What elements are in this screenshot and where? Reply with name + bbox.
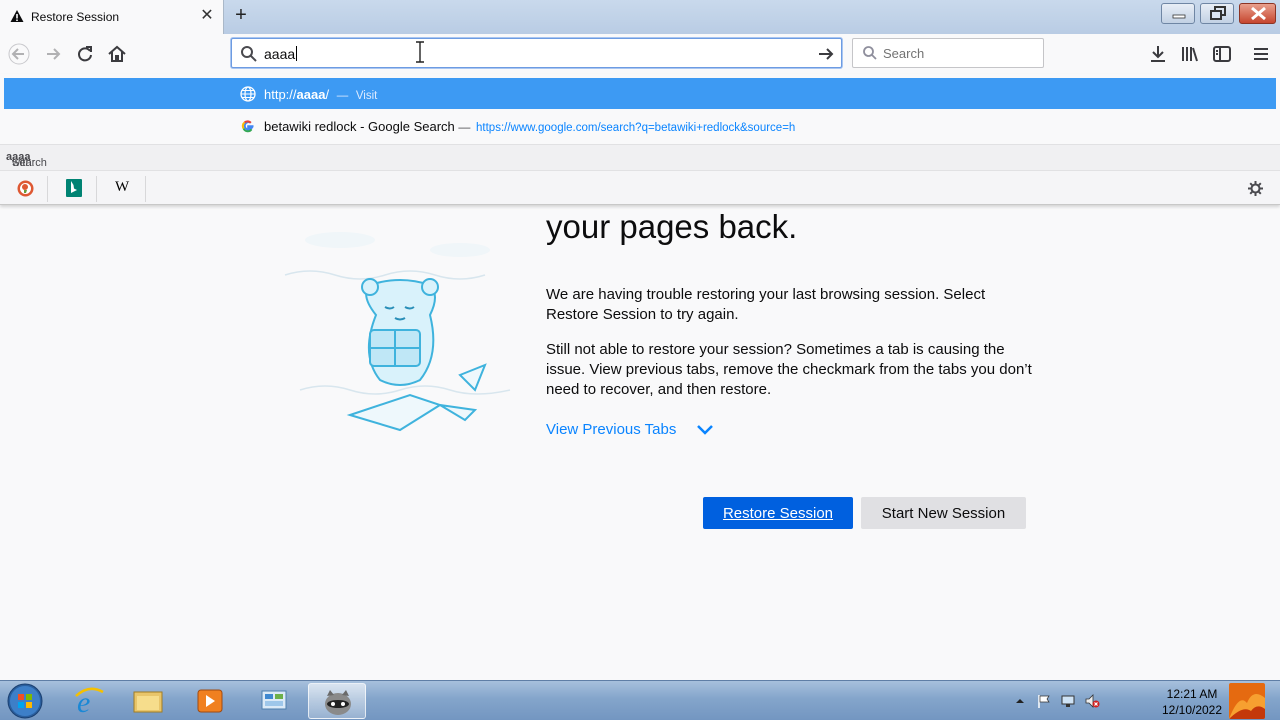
error-help-text: Still not able to restore your session? … — [546, 341, 1032, 398]
history-row-label: betawiki redlock - Google Search — https… — [264, 119, 796, 134]
close-icon — [1251, 6, 1266, 21]
show-desktop-icon[interactable] — [1229, 683, 1265, 719]
engine-bing-button[interactable] — [49, 176, 97, 202]
taskbar-file-explorer[interactable] — [121, 683, 175, 719]
search-icon — [863, 46, 877, 60]
text-cursor-icon — [416, 41, 424, 63]
close-window-button[interactable] — [1239, 3, 1276, 24]
search-input[interactable] — [883, 45, 1033, 62]
globe-icon — [240, 86, 256, 102]
sidebar-icon[interactable] — [1211, 43, 1233, 65]
forward-icon[interactable] — [42, 43, 64, 65]
system-clock[interactable]: 12:21 AM 12/10/2022 — [1152, 686, 1232, 718]
page-title: Sorry. We’re having trouble getting your… — [546, 208, 798, 245]
suggestion-history-row[interactable]: betawiki redlock - Google Search — https… — [4, 110, 1276, 141]
address-bar[interactable]: aaaa — [231, 38, 842, 68]
taskbar-control-panel[interactable] — [247, 683, 301, 719]
raccoon-icon — [325, 690, 351, 715]
home-icon[interactable] — [106, 43, 128, 65]
search-with-label: Search for aaaa with: — [0, 144, 1280, 181]
one-off-search-engines: W — [0, 170, 1280, 204]
restore-down-icon — [1210, 6, 1226, 20]
gear-icon[interactable] — [1247, 180, 1264, 197]
tab-close-icon[interactable]: ✕ — [199, 7, 215, 25]
downloads-icon[interactable] — [1147, 43, 1169, 65]
show-hidden-icons-icon[interactable] — [1012, 693, 1028, 709]
minimize-button[interactable] — [1161, 3, 1195, 24]
view-previous-tabs-link[interactable]: View Previous Tabs — [546, 421, 676, 438]
volume-muted-icon[interactable] — [1084, 693, 1100, 709]
media-player-icon — [197, 689, 223, 713]
menu-icon[interactable] — [1250, 43, 1272, 65]
minimize-icon — [1172, 14, 1186, 19]
restore-session-button[interactable]: Restore Session — [703, 497, 853, 529]
urlbar-suggestions-popup: http://aaaa/ — Visit betawiki redlock - … — [0, 74, 1280, 205]
clock-date: 12/10/2022 — [1161, 703, 1223, 717]
go-arrow-icon[interactable] — [817, 45, 835, 63]
back-icon[interactable] — [8, 43, 30, 65]
warning-icon — [10, 10, 24, 22]
control-panel-icon — [261, 690, 287, 710]
start-orb-icon[interactable] — [5, 682, 45, 720]
new-tab-icon[interactable]: + — [230, 5, 252, 27]
taskbar-firefox[interactable] — [308, 683, 366, 719]
taskbar-media-player[interactable] — [183, 683, 237, 719]
session-restore-page: Sorry. We’re having trouble getting your… — [0, 205, 1280, 680]
internet-explorer-icon: e — [75, 686, 104, 716]
windows-taskbar: e 12:21 AM 12/10/2022 — [0, 680, 1280, 720]
wikipedia-icon: W — [115, 179, 130, 195]
reload-icon[interactable] — [74, 43, 96, 65]
engine-wikipedia-button[interactable]: W — [98, 176, 146, 202]
start-new-session-button[interactable]: Start New Session — [861, 497, 1026, 529]
google-icon — [241, 120, 254, 133]
suggestion-visit-row[interactable]: http://aaaa/ — Visit — [4, 78, 1276, 109]
restore-down-button[interactable] — [1200, 3, 1234, 24]
address-bar-text: aaaa — [264, 46, 298, 62]
visit-row-label: http://aaaa/ — Visit — [264, 87, 378, 102]
chevron-down-icon[interactable] — [695, 421, 715, 437]
tab-strip: Restore Session ✕ + — [0, 0, 1280, 34]
tab-title: Restore Session — [31, 10, 120, 24]
search-icon — [241, 46, 257, 62]
action-center-flag-icon[interactable] — [1036, 693, 1052, 709]
library-icon[interactable] — [1179, 43, 1201, 65]
error-illustration — [284, 232, 511, 432]
duckduckgo-icon — [17, 180, 34, 197]
bing-icon — [66, 179, 82, 197]
network-icon[interactable] — [1060, 693, 1076, 709]
search-box[interactable] — [852, 38, 1044, 68]
folder-icon — [133, 691, 163, 713]
clock-time: 12:21 AM — [1166, 687, 1218, 701]
taskbar-internet-explorer[interactable]: e — [62, 683, 116, 719]
engine-duckduckgo-button[interactable] — [0, 176, 48, 202]
tab-restore-session[interactable]: Restore Session ✕ — [0, 0, 224, 34]
error-description: We are having trouble restoring your las… — [546, 286, 986, 323]
